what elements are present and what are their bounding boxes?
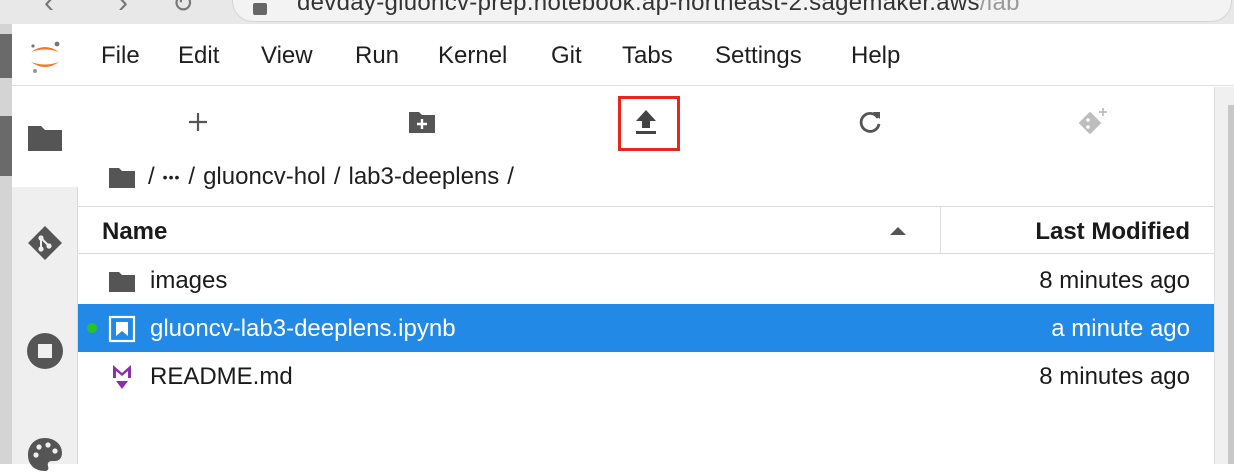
file-name: README.md [150,363,293,390]
scrollbar-track-edge [1228,105,1234,464]
file-browser-panel: / ••• / gluoncv-hol / lab3-deeplens / Na… [78,87,1214,464]
column-header-last-modified[interactable]: Last Modified [1035,218,1190,246]
breadcrumb-ellipsis[interactable]: ••• [163,169,181,185]
markdown-icon [113,365,131,389]
column-divider[interactable] [940,207,941,253]
breadcrumb-separator: / [333,163,341,190]
menu-git[interactable]: Git [551,42,582,70]
sidebar-tab-file-browser[interactable] [12,87,78,187]
url-text: devday-gluoncv-prep.notebook.ap-northeas… [297,0,1020,16]
folder-icon [109,272,135,292]
file-row-readme[interactable]: README.md 8 minutes ago [78,352,1214,400]
menu-edit[interactable]: Edit [178,42,219,70]
file-row-images[interactable]: images 8 minutes ago [78,256,1214,304]
breadcrumb-lab3-deeplens[interactable]: lab3-deeplens [348,163,499,191]
new-folder-button[interactable] [392,97,452,147]
file-row-notebook[interactable]: gluoncv-lab3-deeplens.ipynb a minute ago [78,304,1214,352]
kernel-running-indicator [87,323,97,333]
folder-icon [28,126,62,151]
git-clone-button[interactable] [1064,97,1124,147]
breadcrumb-root[interactable]: / [148,163,155,191]
file-modified: a minute ago [1051,315,1190,342]
sort-ascending-icon[interactable] [890,227,906,235]
menu-run[interactable]: Run [355,42,399,70]
file-list-header: Name Last Modified [78,206,1214,254]
background-window-edge [0,24,12,464]
git-clone-icon [1078,108,1107,135]
forward-arrow-icon[interactable]: › [118,0,128,20]
notebook-icon [108,315,136,343]
menu-bar: File Edit View Run Kernel Git Tabs Setti… [12,24,1234,86]
refresh-icon [859,112,881,133]
jupyter-logo-icon [31,41,60,73]
file-name: gluoncv-lab3-deeplens.ipynb [150,315,456,342]
menu-kernel[interactable]: Kernel [438,42,507,70]
menu-settings[interactable]: Settings [715,42,802,70]
refresh-button[interactable] [840,97,900,147]
column-header-name[interactable]: Name [102,218,167,246]
plus-icon [189,113,207,131]
menu-file[interactable]: File [101,42,140,70]
address-bar[interactable]: devday-gluoncv-prep.notebook.ap-northeas… [232,0,1232,22]
back-arrow-icon[interactable]: ‹ [44,0,54,20]
breadcrumb: / ••• / gluoncv-hol / lab3-deeplens / [108,163,522,191]
menu-tabs[interactable]: Tabs [622,42,673,70]
menu-help[interactable]: Help [851,42,900,70]
new-folder-icon [409,112,435,133]
lock-icon [253,3,267,15]
palette-icon[interactable] [25,435,65,475]
running-sessions-icon[interactable] [25,331,65,371]
reload-icon[interactable]: ↻ [172,0,194,19]
upload-highlight-box [618,96,680,151]
menu-view[interactable]: View [261,42,313,70]
breadcrumb-gluoncv-hol[interactable]: gluoncv-hol [203,163,326,191]
home-folder-icon[interactable] [108,165,136,189]
browser-toolbar: ‹ › ↻ devday-gluoncv-prep.notebook.ap-no… [0,0,1234,24]
file-modified: 8 minutes ago [1039,267,1190,294]
breadcrumb-separator: / [507,163,514,190]
new-launcher-button[interactable] [168,97,228,147]
breadcrumb-separator: / [188,163,196,190]
file-name: images [150,267,228,294]
left-sidebar [12,87,78,471]
file-modified: 8 minutes ago [1039,363,1190,390]
git-icon[interactable] [25,223,65,263]
